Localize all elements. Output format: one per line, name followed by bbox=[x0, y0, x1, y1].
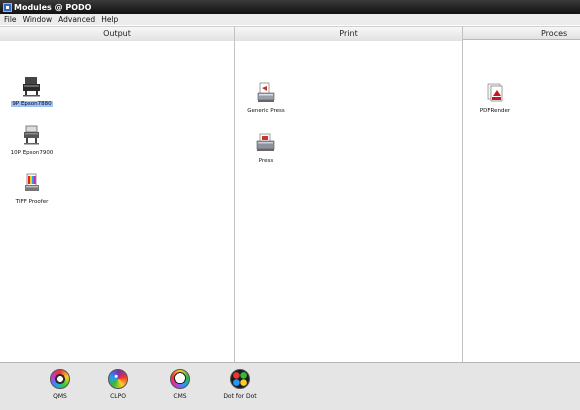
tool-label: Dot for Dot bbox=[223, 393, 257, 400]
tool-label: QMS bbox=[53, 393, 67, 400]
menu-help[interactable]: Help bbox=[101, 15, 118, 24]
print-panel: Generic Press Press bbox=[235, 41, 462, 361]
cms-icon bbox=[170, 369, 190, 389]
column-header-print[interactable]: Print bbox=[235, 26, 462, 42]
menu-bar: File Window Advanced Help bbox=[0, 14, 580, 25]
window-title: Modules @ PODO bbox=[14, 2, 92, 12]
module-label: Generic Press bbox=[247, 108, 285, 114]
process-panel: PDFRender bbox=[463, 41, 580, 361]
module-press[interactable]: Press bbox=[236, 132, 296, 164]
module-pdf-render[interactable]: PDFRender bbox=[465, 82, 525, 114]
generic-press-icon bbox=[254, 82, 278, 104]
menu-file[interactable]: File bbox=[4, 15, 17, 24]
module-9p-epson7880[interactable]: 9P Epson7880 bbox=[2, 75, 62, 107]
column-header-process[interactable]: Proces bbox=[463, 26, 580, 40]
tools-bar: QMS CLPO CMS Dot for Dot bbox=[0, 362, 580, 410]
module-generic-press[interactable]: Generic Press bbox=[236, 82, 296, 114]
title-bar: Modules @ PODO bbox=[0, 0, 580, 14]
tool-label: CLPO bbox=[110, 393, 126, 400]
menu-window[interactable]: Window bbox=[23, 15, 53, 24]
module-10p-epson7900[interactable]: 10P Epson7900 bbox=[2, 124, 62, 156]
press-icon bbox=[254, 132, 278, 154]
module-tiff-proofer[interactable]: TIFF Proofer bbox=[2, 173, 62, 205]
tool-clpo[interactable]: CLPO bbox=[96, 369, 140, 400]
clpo-icon bbox=[108, 369, 128, 389]
pdf-render-icon bbox=[483, 82, 507, 104]
tool-cms[interactable]: CMS bbox=[158, 369, 202, 400]
app-icon bbox=[3, 2, 12, 12]
column-header-output[interactable]: Output bbox=[0, 26, 234, 42]
qms-icon bbox=[50, 369, 70, 389]
tiff-proofer-icon bbox=[20, 173, 44, 195]
module-label: PDFRender bbox=[479, 108, 511, 114]
tool-qms[interactable]: QMS bbox=[38, 369, 82, 400]
tool-label: CMS bbox=[173, 393, 187, 400]
menu-advanced[interactable]: Advanced bbox=[58, 15, 95, 24]
output-panel: 9P Epson7880 10P Epson7900 TIFF Proofer bbox=[0, 41, 234, 361]
module-label: Press bbox=[258, 158, 274, 164]
tool-dot-for-dot[interactable]: Dot for Dot bbox=[218, 369, 262, 400]
module-label: 9P Epson7880 bbox=[11, 101, 53, 107]
large-printer-icon bbox=[20, 75, 44, 97]
module-label: 10P Epson7900 bbox=[10, 150, 54, 156]
printer-icon bbox=[20, 124, 44, 146]
module-label: TIFF Proofer bbox=[15, 199, 49, 205]
dot-for-dot-icon bbox=[230, 369, 250, 389]
